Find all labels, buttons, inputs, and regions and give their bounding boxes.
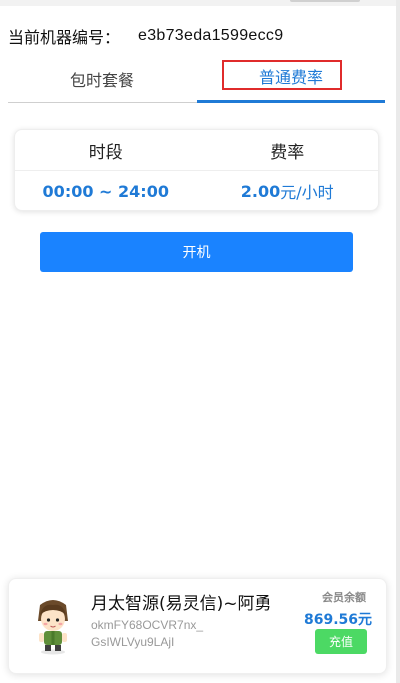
tab-hourly-package-label: 包时套餐 <box>69 71 134 90</box>
user-id: okmFY68OCVR7nx_GsIWLVyu9LAjI <box>91 618 204 649</box>
machine-id-value: e3b73eda1599ecc9 <box>138 27 284 44</box>
tab-standard-rate-label: 普通费率 <box>258 68 323 87</box>
tab-standard-rate[interactable]: 普通费率 <box>197 58 385 100</box>
rate-value: 2.00 <box>240 181 281 201</box>
header-period: 时段 <box>88 142 123 163</box>
user-card: 月太智源(易灵信)~阿勇 okmFY68OCVR7nx_GsIWLVyu9LAj… <box>8 578 387 674</box>
rate-table-header: 时段 费率 <box>15 130 378 171</box>
start-machine-button[interactable]: 开机 <box>40 232 353 272</box>
balance-label: 会员余额 <box>322 591 366 604</box>
user-name: 月太智源(易灵信)~阿勇 <box>91 594 272 614</box>
machine-id-label: 当前机器编号： <box>8 28 121 47</box>
rate-value-cell: 2.00 元/小时 <box>197 171 379 211</box>
recharge-button[interactable]: 充值 <box>315 629 367 654</box>
top-edge <box>0 0 400 6</box>
table-row: 00:00 ~ 24:00 2.00 元/小时 <box>15 171 378 211</box>
period-value: 00:00 ~ 24:00 <box>42 181 169 201</box>
right-scroll-edge <box>396 0 400 683</box>
header-rate: 费率 <box>270 142 305 163</box>
balance-value: 869.56元 <box>303 612 372 628</box>
active-tab-underline <box>197 100 385 103</box>
avatar <box>38 600 68 655</box>
machine-id-row: 当前机器编号： e3b73eda1599ecc9 <box>8 24 283 48</box>
rate-tabs: 包时套餐 普通费率 <box>8 58 385 103</box>
rate-table: 时段 费率 00:00 ~ 24:00 2.00 元/小时 <box>14 129 379 211</box>
tab-hourly-package[interactable]: 包时套餐 <box>8 58 196 100</box>
rate-unit: 元/小时 <box>280 183 334 202</box>
top-edge-indicator <box>290 0 360 2</box>
